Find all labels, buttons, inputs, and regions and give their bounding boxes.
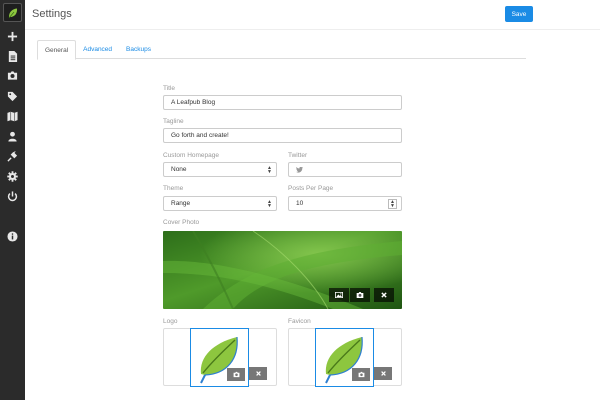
save-button[interactable]: Save	[505, 6, 533, 22]
twitter-icon	[296, 166, 303, 173]
choose-image-button[interactable]	[329, 288, 349, 302]
power-icon[interactable]	[6, 190, 19, 203]
homepage-select[interactable]: None ▲ ▼	[163, 162, 277, 177]
select-arrows-icon: ▲ ▼	[267, 199, 272, 209]
user-icon[interactable]	[6, 130, 19, 143]
tags-icon[interactable]	[6, 90, 19, 103]
close-icon	[381, 292, 387, 298]
remove-favicon-button[interactable]	[374, 367, 392, 380]
tagline-label: Tagline	[163, 118, 184, 125]
camera-icon	[233, 371, 239, 378]
homepage-label: Custom Homepage	[163, 152, 219, 159]
theme-select[interactable]: Range ▲ ▼	[163, 196, 277, 211]
number-stepper[interactable]: ▲ ▼	[388, 199, 397, 209]
plug-icon[interactable]	[6, 150, 19, 163]
homepage-select-value: None	[171, 166, 187, 173]
info-icon[interactable]	[6, 230, 19, 243]
upload-logo-button[interactable]	[227, 368, 245, 381]
remove-logo-button[interactable]	[249, 367, 267, 380]
leaf-logo-icon[interactable]	[3, 3, 22, 22]
title-input-value: A Leafpub Blog	[171, 99, 216, 106]
camera-icon[interactable]	[6, 69, 19, 82]
close-icon	[255, 371, 261, 376]
logo-label: Logo	[163, 318, 178, 325]
select-arrows-icon: ▲ ▼	[267, 165, 272, 175]
theme-select-value: Range	[171, 200, 191, 207]
logo-preview[interactable]	[190, 328, 249, 387]
cover-photo[interactable]	[163, 231, 402, 309]
page-title: Settings	[32, 8, 72, 20]
close-icon	[380, 371, 386, 376]
twitter-label: Twitter	[288, 152, 308, 159]
theme-label: Theme	[163, 185, 184, 192]
posts-per-page-label: Posts Per Page	[288, 185, 334, 192]
sidebar	[0, 0, 25, 400]
upload-favicon-button[interactable]	[352, 368, 370, 381]
camera-icon	[358, 371, 364, 378]
cover-photo-label: Cover Photo	[163, 219, 200, 226]
tagline-input[interactable]: Go forth and create!	[163, 128, 402, 143]
image-icon	[335, 292, 343, 298]
title-input[interactable]: A Leafpub Blog	[163, 95, 402, 110]
posts-per-page-input[interactable]: 10 ▲ ▼	[288, 196, 402, 211]
favicon-preview[interactable]	[315, 328, 374, 387]
tab-bar: General Advanced Backups	[37, 40, 526, 60]
title-label: Title	[163, 85, 176, 92]
favicon-label: Favicon	[288, 318, 311, 325]
twitter-input[interactable]	[288, 162, 402, 177]
map-icon[interactable]	[6, 110, 19, 123]
tab-backups[interactable]: Backups	[119, 40, 158, 59]
tab-general[interactable]: General	[37, 40, 77, 60]
upload-cover-button[interactable]	[350, 288, 370, 302]
remove-cover-button[interactable]	[374, 288, 394, 302]
posts-per-page-value: 10	[296, 200, 304, 207]
tab-advanced[interactable]: Advanced	[76, 40, 119, 59]
tagline-input-value: Go forth and create!	[171, 132, 229, 139]
camera-icon	[356, 292, 364, 298]
plus-icon[interactable]	[6, 30, 19, 43]
gear-icon[interactable]	[6, 170, 19, 183]
file-icon[interactable]	[6, 50, 19, 63]
